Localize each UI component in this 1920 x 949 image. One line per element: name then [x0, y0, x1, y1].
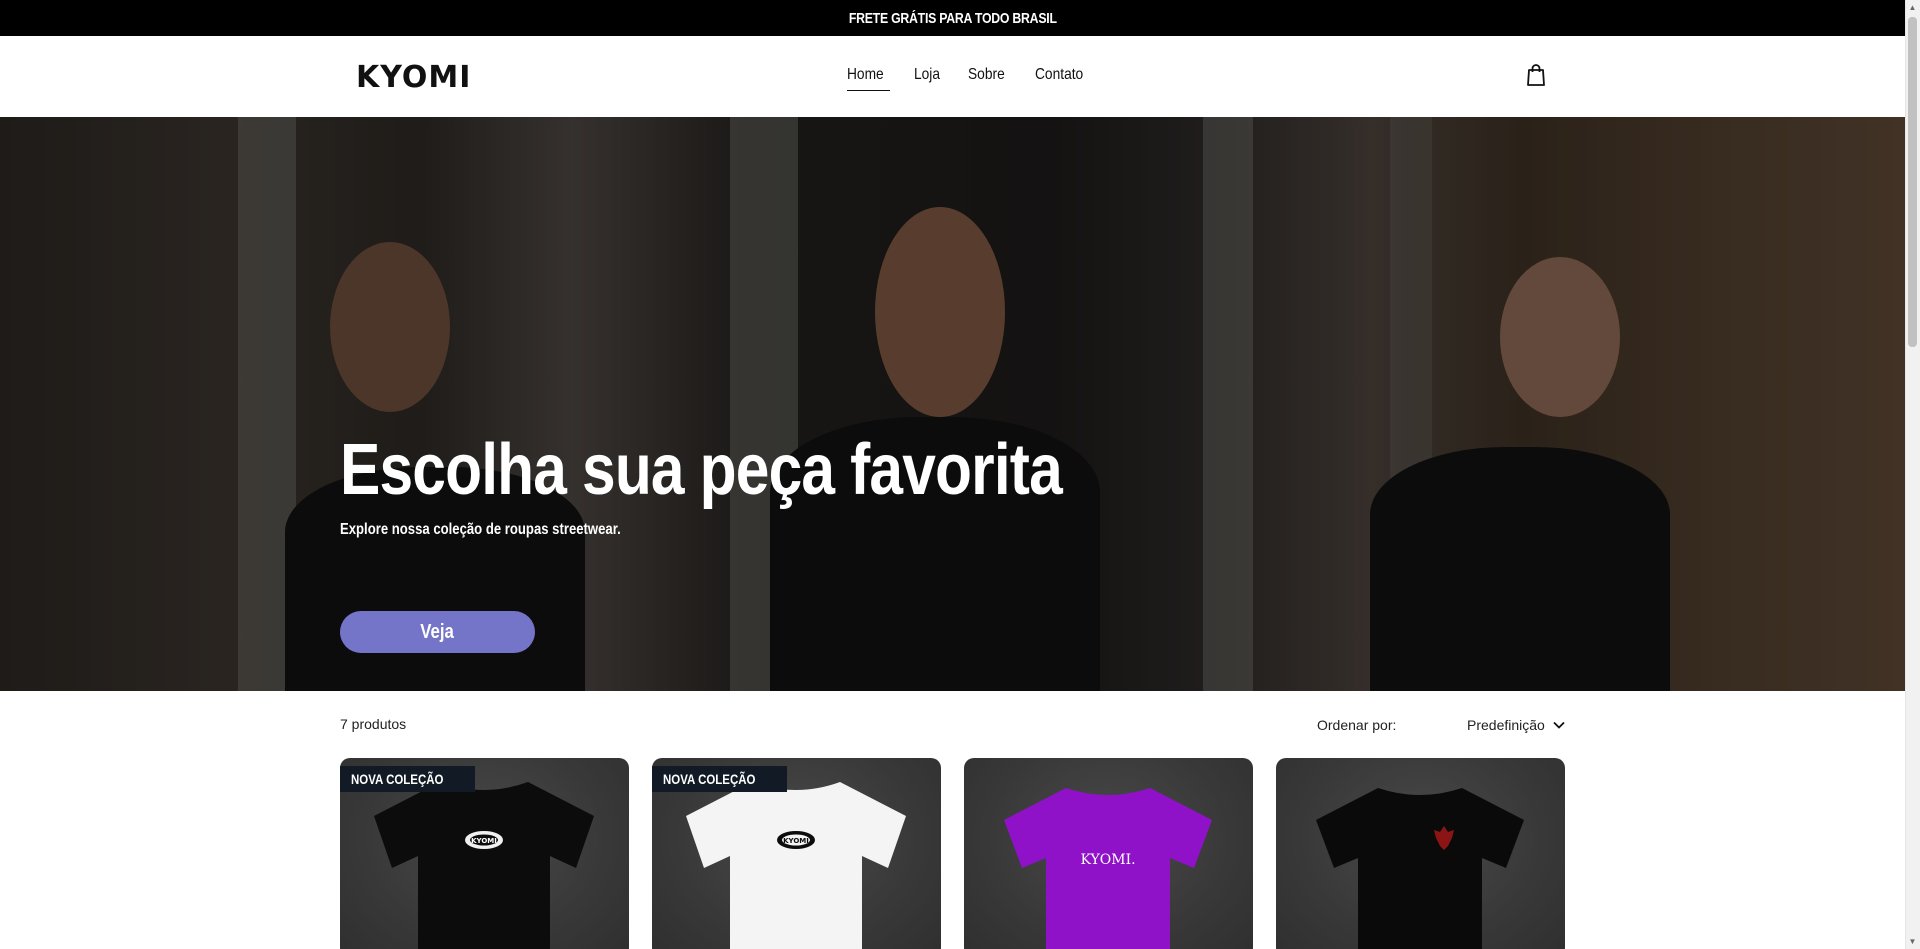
product-card[interactable] [1276, 758, 1565, 949]
scroll-up-arrow-icon[interactable]: ▲ [1908, 3, 1917, 12]
shop-toolbar: 7 produtos Ordenar por: Predefinição [340, 716, 1565, 736]
product-card[interactable]: KYOMI NOVA COLEÇÃO [652, 758, 941, 949]
brand-logo[interactable]: KYOMI [356, 60, 471, 95]
hero-overlay [0, 117, 1905, 691]
sort-select[interactable]: Predefinição [1467, 717, 1565, 733]
tshirt-print-text: KYOMI. [1080, 852, 1135, 868]
scrollbar-thumb[interactable] [1908, 17, 1917, 347]
new-collection-badge: NOVA COLEÇÃO [340, 766, 475, 792]
chevron-down-icon [1553, 721, 1565, 729]
hero-title: Escolha sua peça favorita [340, 430, 1063, 510]
announcement-bar: FRETE GRÁTIS PARA TODO BRASIL [0, 0, 1905, 36]
nav-contato[interactable]: Contato [1035, 66, 1091, 91]
sort-label: Ordenar por: [1317, 717, 1397, 733]
tshirt-image: KYOMI [686, 782, 906, 949]
tshirt-print-text: KYOMI [471, 837, 497, 845]
sort-value: Predefinição [1467, 717, 1545, 733]
product-card[interactable]: KYOMI. [964, 758, 1253, 949]
hero-banner: Escolha sua peça favorita Explore nossa … [0, 117, 1905, 691]
tshirt-image: KYOMI [374, 782, 594, 949]
scrollbar[interactable]: ▲ ▼ [1905, 0, 1920, 949]
product-grid: KYOMI NOVA COLEÇÃO KYOMI NOVA COLEÇÃO KY… [340, 758, 1565, 949]
shopping-bag-icon[interactable] [1526, 63, 1546, 87]
nav-home[interactable]: Home [847, 66, 890, 91]
hero-cta-button[interactable]: Veja [340, 611, 535, 653]
main-nav: Home Loja Sobre Contato [847, 66, 1115, 91]
announcement-text: FRETE GRÁTIS PARA TODO BRASIL [848, 9, 1057, 27]
tshirt-image: KYOMI. [1004, 788, 1212, 949]
product-count: 7 produtos [340, 716, 407, 732]
tshirt-print-text: KYOMI [783, 837, 809, 845]
tshirt-image [1316, 788, 1524, 949]
hero-subtitle: Explore nossa coleção de roupas streetwe… [340, 521, 621, 538]
product-card[interactable]: KYOMI NOVA COLEÇÃO [340, 758, 629, 949]
scroll-down-arrow-icon[interactable]: ▼ [1908, 937, 1917, 946]
nav-loja[interactable]: Loja [914, 66, 944, 91]
nav-sobre[interactable]: Sobre [968, 66, 1011, 91]
new-collection-badge: NOVA COLEÇÃO [652, 766, 787, 792]
site-header: KYOMI Home Loja Sobre Contato [0, 36, 1905, 117]
